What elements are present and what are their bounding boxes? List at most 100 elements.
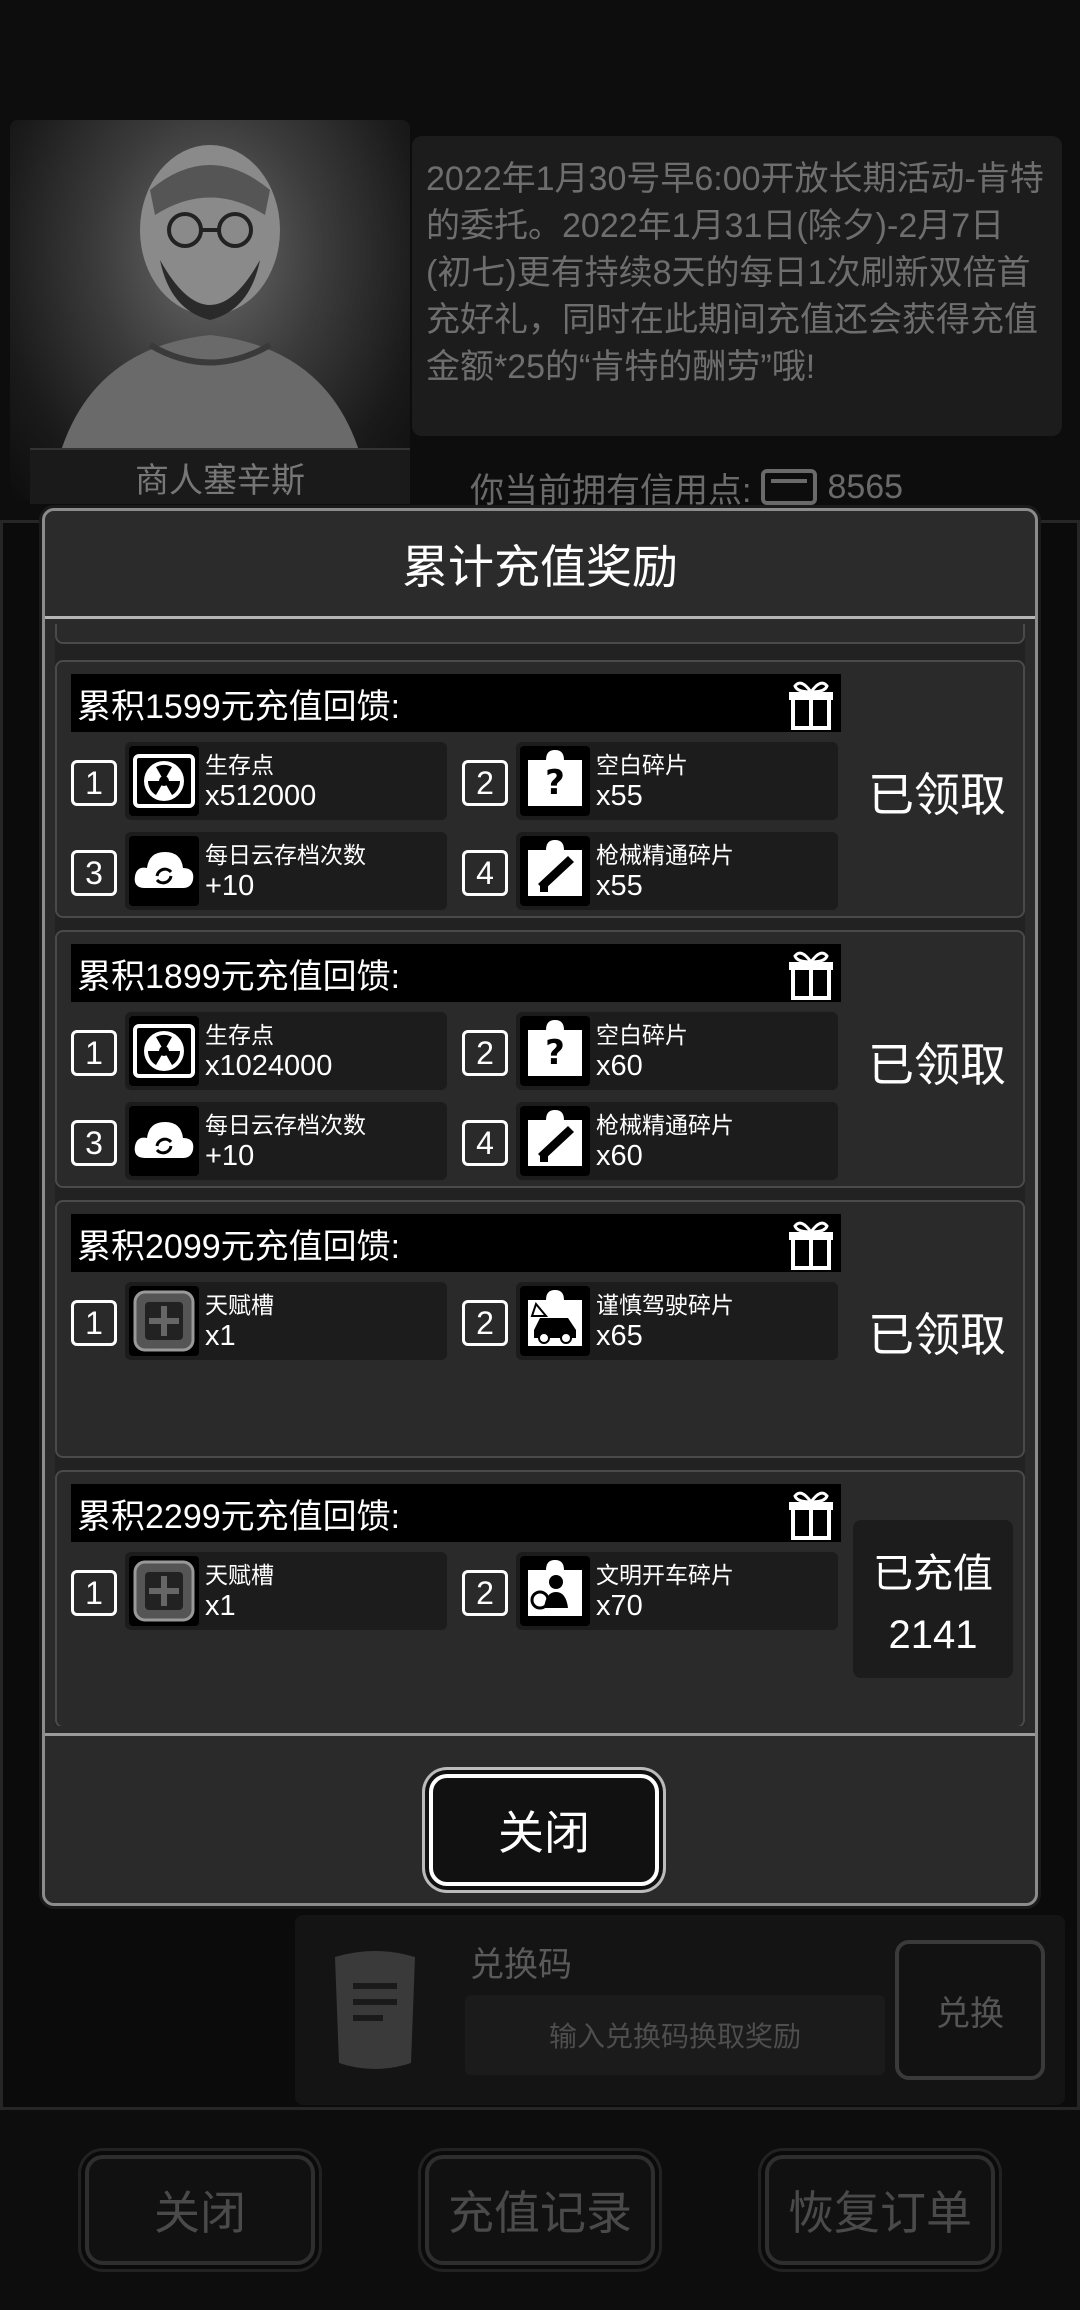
reward-name: 空白碎片 — [596, 1022, 688, 1048]
reward-qty: x70 — [596, 1590, 643, 1622]
reward-qty: x1 — [205, 1590, 236, 1622]
claimed-status: 已领取 — [868, 1039, 1006, 1091]
tier-title-bar: 累积1899元充值回馈: — [71, 944, 841, 1002]
modal-close-button[interactable]: 关闭 — [429, 1774, 659, 1886]
tier-title: 累积1599元充值回馈: — [77, 687, 401, 726]
credits-display: 你当前拥有信用点: 8565 — [470, 462, 903, 512]
reward-index: 3 — [71, 850, 117, 896]
reward-item: 1 天赋槽 x1 — [71, 1282, 447, 1360]
reward-qty: x65 — [596, 1320, 643, 1352]
svg-text:?: ? — [545, 763, 565, 803]
reward-item: 1 天赋槽 x1 — [71, 1552, 447, 1630]
reward-index: 1 — [71, 1570, 117, 1616]
reward-qty: x1 — [205, 1320, 236, 1352]
puzzle-driver-icon — [520, 1556, 590, 1626]
radiation-icon — [129, 1016, 199, 1086]
scroll-icon — [335, 1951, 415, 2069]
reward-item: 2 谨慎驾驶碎片 x65 — [462, 1282, 838, 1360]
reward-item: 2 ? 空白碎片 x55 — [462, 742, 838, 820]
previous-tier-edge — [55, 624, 1025, 644]
tier-title-bar: 累积2099元充值回馈: — [71, 1214, 841, 1272]
talent-slot-icon — [129, 1556, 199, 1626]
reward-qty: x55 — [596, 780, 643, 812]
redeem-title: 兑换码 — [470, 1946, 572, 1984]
gift-icon — [789, 951, 833, 1000]
reward-item: 2 ? 空白碎片 x60 — [462, 1012, 838, 1090]
reward-item: 2 文明开车碎片 x70 — [462, 1552, 838, 1630]
puzzle-question-icon: ? — [520, 746, 590, 816]
claimed-status: 已领取 — [868, 1309, 1006, 1361]
reward-name: 每日云存档次数 — [205, 1112, 366, 1138]
reward-qty: x1024000 — [205, 1050, 333, 1082]
reward-item: 4 枪械精通碎片 x60 — [462, 1102, 838, 1180]
cloud-sync-icon — [129, 1106, 199, 1176]
reward-qty: x55 — [596, 870, 643, 902]
tier-title: 累积2099元充值回馈: — [77, 1227, 401, 1266]
reward-name: 谨慎驾驶碎片 — [596, 1292, 734, 1318]
reward-index: 2 — [462, 1030, 508, 1076]
redeem-code-row: 兑换码 输入兑换码换取奖励 兑换 — [295, 1915, 1065, 2105]
reward-qty: x512000 — [205, 780, 317, 812]
merchant-portrait — [10, 120, 410, 500]
reward-item: 4 枪械精通碎片 x55 — [462, 832, 838, 910]
recharged-label: 已充值 — [873, 1551, 993, 1596]
reward-name: 天赋槽 — [205, 1562, 274, 1588]
tier-card: 累积2099元充值回馈: 1 天赋槽 x1 2 谨慎驾驶碎片 x65 已领取 — [55, 1200, 1025, 1458]
tier-list[interactable]: 累积1599元充值回馈: 1 生存点 x512000 2 ? 空白碎片 x55 … — [55, 624, 1025, 1726]
puzzle-car-icon — [520, 1286, 590, 1356]
puzzle-question-icon: ? — [520, 1016, 590, 1086]
recharged-status: 已充值 2141 — [853, 1520, 1013, 1678]
tier-title: 累积2299元充值回馈: — [77, 1497, 401, 1536]
reward-name: 文明开车碎片 — [596, 1562, 734, 1588]
reward-index: 1 — [71, 760, 117, 806]
reward-qty: +10 — [205, 1140, 255, 1172]
reward-item: 1 生存点 x1024000 — [71, 1012, 447, 1090]
tier-title: 累积1899元充值回馈: — [77, 957, 401, 996]
reward-name: 天赋槽 — [205, 1292, 274, 1318]
tier-title-bar: 累积2299元充值回馈: — [71, 1484, 841, 1542]
redeem-button[interactable]: 兑换 — [895, 1940, 1045, 2080]
radiation-icon — [129, 746, 199, 816]
reward-name: 空白碎片 — [596, 752, 688, 778]
gift-icon — [789, 681, 833, 730]
tier-title-bar: 累积1599元充值回馈: — [71, 674, 841, 732]
reward-name: 生存点 — [205, 752, 274, 778]
modal-footer: 关闭 — [45, 1733, 1035, 1903]
svg-text:?: ? — [545, 1033, 565, 1073]
reward-qty: +10 — [205, 870, 255, 902]
gift-icon — [789, 1221, 833, 1270]
claimed-status: 已领取 — [868, 769, 1006, 821]
reward-index: 2 — [462, 1570, 508, 1616]
modal-title: 累计充值奖励 — [45, 511, 1035, 619]
reward-index: 1 — [71, 1300, 117, 1346]
tier-card: 累积2299元充值回馈: 1 天赋槽 x1 2 文明开车碎片 x70 已充值 2… — [55, 1470, 1025, 1726]
puzzle-gun-icon — [520, 836, 590, 906]
reward-index: 2 — [462, 1300, 508, 1346]
reward-index: 2 — [462, 760, 508, 806]
bottom-close-button[interactable]: 关闭 — [85, 2155, 315, 2265]
cumulative-recharge-modal: 累计充值奖励 累积1599元充值回馈: 1 生存点 x512000 2 ? 空白… — [42, 508, 1038, 1906]
reward-name: 枪械精通碎片 — [596, 1112, 734, 1138]
credit-card-icon — [761, 469, 818, 505]
restore-order-button[interactable]: 恢复订单 — [765, 2155, 995, 2265]
cloud-sync-icon — [129, 836, 199, 906]
reward-qty: x60 — [596, 1050, 643, 1082]
talent-slot-icon — [129, 1286, 199, 1356]
credits-value: 8565 — [827, 467, 904, 506]
reward-index: 4 — [462, 1120, 508, 1166]
tier-card: 累积1599元充值回馈: 1 生存点 x512000 2 ? 空白碎片 x55 … — [55, 660, 1025, 918]
recharge-record-button[interactable]: 充值记录 — [425, 2155, 655, 2265]
reward-name: 生存点 — [205, 1022, 274, 1048]
tier-card: 累积1899元充值回馈: 1 生存点 x1024000 2 ? 空白碎片 x60… — [55, 930, 1025, 1188]
merchant-name: 商人塞辛斯 — [30, 448, 410, 504]
recharged-amount: 2141 — [888, 1612, 978, 1657]
puzzle-gun-icon — [520, 1106, 590, 1176]
redeem-code-input[interactable]: 输入兑换码换取奖励 — [465, 1995, 885, 2075]
announcement-text: 2022年1月30号早6:00开放长期活动-肯特的委托。2022年1月31日(除… — [412, 136, 1062, 436]
credits-label: 你当前拥有信用点: — [470, 471, 752, 510]
reward-name: 每日云存档次数 — [205, 842, 366, 868]
reward-index: 3 — [71, 1120, 117, 1166]
reward-index: 1 — [71, 1030, 117, 1076]
reward-item: 1 生存点 x512000 — [71, 742, 447, 820]
reward-item: 3 每日云存档次数 +10 — [71, 832, 447, 910]
